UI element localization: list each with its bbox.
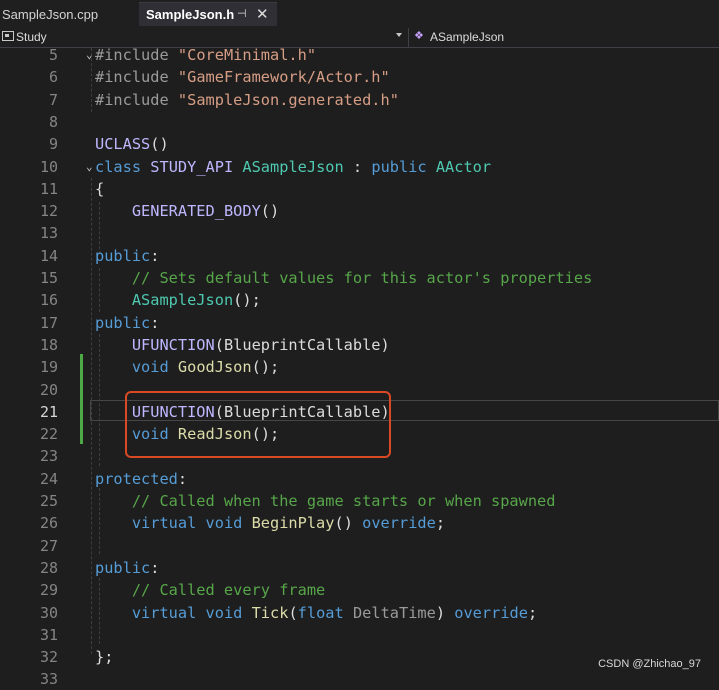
class-icon: ❖ — [414, 30, 424, 42]
code-text: #include "CoreMinimal.h" — [95, 46, 317, 64]
code-text: virtual void BeginPlay() override; — [131, 514, 446, 533]
code-text: // Called every frame — [95, 581, 326, 600]
line-number: 10 — [39, 157, 58, 176]
chevron-down-icon — [396, 33, 402, 37]
code-line[interactable]: 25 // Called when the game starts or whe… — [0, 490, 719, 512]
code-text: { — [95, 179, 105, 198]
tab-label: SampleJson.h — [146, 7, 235, 22]
code-line[interactable]: 26 virtual void BeginPlay() override; — [0, 512, 719, 534]
code-line[interactable]: 20 — [0, 379, 719, 401]
tab-bar: SampleJson.cpp SampleJson.h ⊣ ✕ — [0, 0, 719, 28]
code-editor[interactable]: 5 ⌄ #include "CoreMinimal.h" 6 #include "Gam… — [0, 46, 719, 688]
code-line[interactable]: 6 #include "GameFramework/Actor.h" — [0, 66, 719, 88]
code-line[interactable]: 15 // Sets default values for this actor… — [0, 267, 719, 289]
code-line[interactable]: 31 — [0, 624, 719, 646]
code-text: virtual void Tick(float DeltaTime) overr… — [131, 603, 538, 622]
code-line[interactable]: 17 public: — [0, 312, 719, 334]
code-line[interactable]: 11 { — [0, 178, 719, 200]
collapse-icon[interactable]: ⌄ — [86, 157, 93, 177]
code-text: void ReadJson(); — [131, 425, 280, 444]
code-line[interactable]: 9 UCLASS() — [0, 133, 719, 155]
code-text: UCLASS() — [95, 135, 169, 154]
line-number: 29 — [39, 581, 58, 600]
line-number: 12 — [39, 202, 58, 221]
line-number: 15 — [39, 269, 58, 287]
code-text: #include "GameFramework/Actor.h" — [95, 68, 390, 87]
tab-samplejson-h[interactable]: SampleJson.h ⊣ ✕ — [139, 2, 277, 26]
code-text: GENERATED_BODY() — [131, 202, 280, 221]
code-line[interactable]: 8 — [0, 111, 719, 133]
code-text: public: — [95, 246, 160, 265]
code-line[interactable]: 27 — [0, 535, 719, 557]
line-number: 20 — [39, 380, 58, 399]
line-number: 18 — [39, 335, 58, 354]
line-number: 16 — [39, 291, 58, 310]
line-number: 32 — [39, 648, 58, 667]
line-number: 33 — [39, 670, 58, 689]
code-line[interactable]: 12 GENERATED_BODY() — [0, 200, 719, 222]
project-icon — [2, 31, 14, 41]
code-line[interactable]: 5 ⌄ #include "CoreMinimal.h" — [0, 44, 719, 66]
code-line[interactable]: 13 — [0, 222, 719, 244]
pin-icon[interactable]: ⊣ — [237, 7, 247, 20]
code-text: public: — [95, 313, 160, 332]
code-line[interactable]: 19 void GoodJson(); — [0, 356, 719, 378]
code-line[interactable]: 14 public: — [0, 245, 719, 267]
line-number: 21 — [39, 402, 58, 421]
line-number: 6 — [48, 68, 58, 87]
line-number: 7 — [48, 90, 58, 109]
close-icon[interactable]: ✕ — [256, 5, 269, 23]
line-number: 9 — [48, 135, 58, 154]
collapse-icon[interactable]: ⌄ — [86, 45, 93, 65]
line-number: 17 — [39, 313, 58, 332]
line-number: 13 — [39, 224, 58, 243]
code-text: class STUDY_API ASampleJson : public AAc… — [95, 157, 492, 176]
line-number: 8 — [48, 112, 58, 131]
tab-label: SampleJson.cpp — [2, 6, 99, 22]
code-text: ASampleJson(); — [131, 291, 261, 310]
code-line[interactable]: 24 protected: — [0, 468, 719, 490]
code-line[interactable]: 29 // Called every frame — [0, 579, 719, 601]
code-line[interactable]: 23 — [0, 445, 719, 467]
code-text: }; — [95, 648, 114, 667]
watermark: CSDN @Zhichao_97 — [598, 658, 701, 670]
code-line[interactable]: 18 UFUNCTION(BlueprintCallable) — [0, 334, 719, 356]
line-number: 19 — [39, 358, 58, 377]
code-line[interactable]: 21 UFUNCTION(BlueprintCallable) — [0, 401, 719, 423]
code-line[interactable]: 30 virtual void Tick(float DeltaTime) ov… — [0, 602, 719, 624]
code-text: UFUNCTION(BlueprintCallable) — [131, 335, 390, 354]
code-line[interactable]: 28 public: — [0, 557, 719, 579]
code-line[interactable]: 7 #include "SampleJson.generated.h" — [0, 89, 719, 111]
line-number: 25 — [39, 492, 58, 510]
line-number: 28 — [39, 558, 58, 577]
code-text: public: — [95, 558, 160, 577]
code-text: // Sets default values for this actor's … — [95, 269, 593, 287]
tab-samplejson-cpp[interactable]: SampleJson.cpp — [0, 2, 138, 26]
code-text: void GoodJson(); — [131, 358, 280, 377]
line-number: 24 — [39, 469, 58, 488]
line-number: 14 — [39, 246, 58, 265]
line-number: 30 — [39, 603, 58, 622]
code-text: protected: — [95, 469, 188, 488]
line-number: 23 — [39, 447, 58, 466]
line-number: 31 — [39, 625, 58, 644]
project-label: Study — [16, 30, 47, 44]
line-number: 26 — [39, 514, 58, 533]
line-number: 27 — [39, 536, 58, 555]
line-number: 11 — [39, 179, 58, 198]
code-line[interactable]: 10 ⌄ class STUDY_API ASampleJson : public … — [0, 156, 719, 178]
code-text: // Called when the game starts or when s… — [95, 492, 556, 510]
code-line[interactable]: 22 void ReadJson(); — [0, 423, 719, 445]
line-number: 5 — [48, 46, 58, 64]
code-text: #include "SampleJson.generated.h" — [95, 90, 399, 109]
code-line[interactable]: 16 ASampleJson(); — [0, 289, 719, 311]
line-number: 22 — [39, 425, 58, 444]
code-text: UFUNCTION(BlueprintCallable) — [131, 402, 390, 421]
scope-label: ASampleJson — [430, 30, 505, 44]
code-line[interactable]: 33 — [0, 668, 719, 690]
